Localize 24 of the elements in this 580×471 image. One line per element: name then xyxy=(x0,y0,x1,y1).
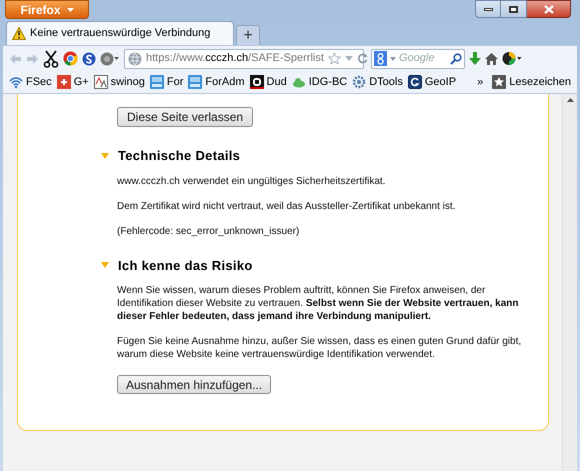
new-tab-button[interactable]: + xyxy=(236,25,260,45)
bookmark-item[interactable]: DTools xyxy=(352,74,403,90)
browser-tab[interactable]: Keine vertrauenswürdige Verbindung xyxy=(6,21,234,45)
bookmark-item[interactable]: G+ xyxy=(56,74,89,90)
leave-page-button[interactable]: Diese Seite verlassen xyxy=(117,107,254,127)
search-field[interactable]: Google xyxy=(399,50,443,67)
bookmark-item[interactable]: For xyxy=(150,74,184,90)
paragraph: Fügen Sie keine Ausnahme hinzu, außer Sie wissen, dass es einen guten Grund dafür gibt, warum diese Website keine vertrauenswürdige Identifikation verwendet. xyxy=(117,335,522,361)
bookmark-item[interactable]: FSec xyxy=(9,74,52,90)
search-box[interactable]: Google xyxy=(371,48,465,68)
section-heading: Ich kenne das Risiko xyxy=(118,256,253,274)
bookmarks-menu-button[interactable]: Lesezeichen xyxy=(492,74,571,90)
add-exception-button[interactable]: Ausnahmen hinzufügen... xyxy=(117,375,272,394)
paragraph: Dem Zertifikat wird nicht vertraut, weil das Aussteller-Zertifikat unbekannt ist. xyxy=(117,200,456,212)
paragraph: www.ccczh.ch verwendet ein ungültiges Sicherheitszertifikat. xyxy=(117,174,386,188)
section-heading: Technische Details xyxy=(118,147,240,165)
paragraph: (Fehlercode: sec_error_unknown_issuer) xyxy=(117,224,300,238)
bookmark-item[interactable]: IDG-BC xyxy=(292,74,348,90)
bookmark-item[interactable]: swinog xyxy=(94,74,145,90)
bookmark-item[interactable]: GeoIP xyxy=(408,74,456,90)
bookmark-item[interactable]: ForAdm xyxy=(188,74,245,90)
bookmark-item[interactable]: Dud xyxy=(250,74,287,90)
paragraph: Wenn Sie wissen, warum dieses Problem auftritt, können Sie Firefox anweisen, der Identifikation dieser Website zu vertrauen. Selbst wenn Sie der Website vertrauen, kann dieser Fehler bedeuten, dass jemand ihre Verbindung manipuliert. xyxy=(117,284,520,323)
bookmarks-overflow-button[interactable]: » xyxy=(477,74,484,90)
